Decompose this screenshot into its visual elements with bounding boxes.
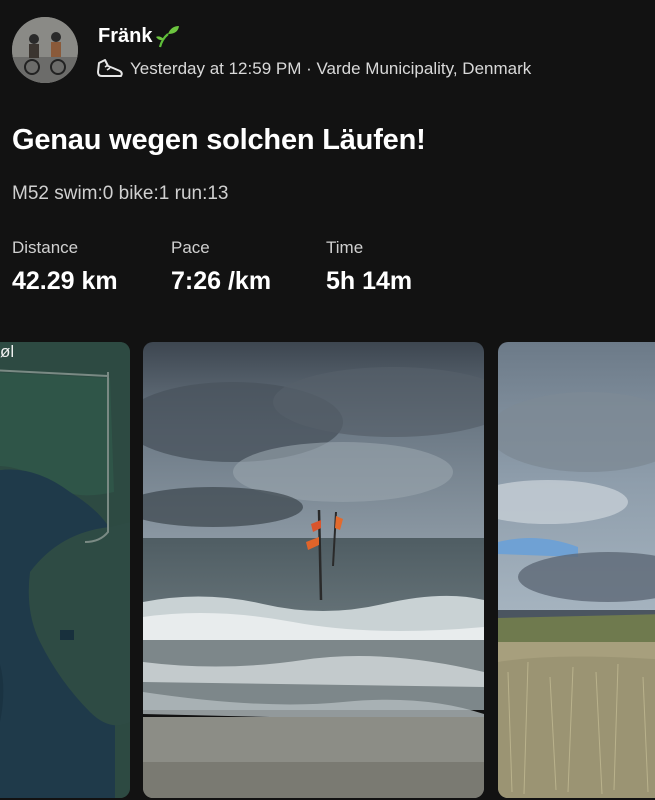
- stat-distance-value: 42.29 km: [12, 267, 118, 295]
- stat-pace-value: 7:26 /km: [171, 267, 272, 295]
- meta-separator: ·: [301, 59, 317, 78]
- stat-pace-label: Pace: [171, 238, 210, 257]
- athlete-name[interactable]: Fränk: [98, 25, 152, 48]
- running-shoe-icon: [96, 57, 124, 81]
- stat-distance-label: Distance: [12, 238, 79, 257]
- stat-pace: Pace 7:26 /km: [171, 238, 271, 296]
- activity-header: Fränk Yesterday at 12:59 PM · Varde Muni…: [12, 17, 642, 85]
- activity-timestamp: Yesterday at 12:59 PM: [130, 59, 302, 78]
- dune-photo: [498, 342, 655, 798]
- beach-photo: [143, 342, 484, 798]
- activity-description: M52 swim:0 bike:1 run:13: [12, 183, 229, 204]
- stat-time: Time 5h 14m: [326, 238, 412, 296]
- activity-photo-2[interactable]: [498, 342, 655, 798]
- stat-time-label: Time: [326, 238, 364, 257]
- athlete-avatar[interactable]: [12, 17, 78, 83]
- route-map: [0, 342, 130, 798]
- stat-distance: Distance 42.29 km: [12, 238, 118, 296]
- activity-meta: Yesterday at 12:59 PM · Varde Municipali…: [96, 57, 531, 81]
- athlete-name-row[interactable]: Fränk: [98, 23, 180, 49]
- route-map-card[interactable]: øl: [0, 342, 130, 798]
- sprout-icon: [154, 23, 180, 49]
- activity-photo-1[interactable]: [143, 342, 484, 798]
- activity-location: Varde Municipality, Denmark: [316, 59, 532, 78]
- stat-time-value: 5h 14m: [326, 267, 413, 295]
- activity-title[interactable]: Genau wegen solchen Läufen!: [12, 124, 426, 157]
- map-place-label: øl: [0, 342, 15, 361]
